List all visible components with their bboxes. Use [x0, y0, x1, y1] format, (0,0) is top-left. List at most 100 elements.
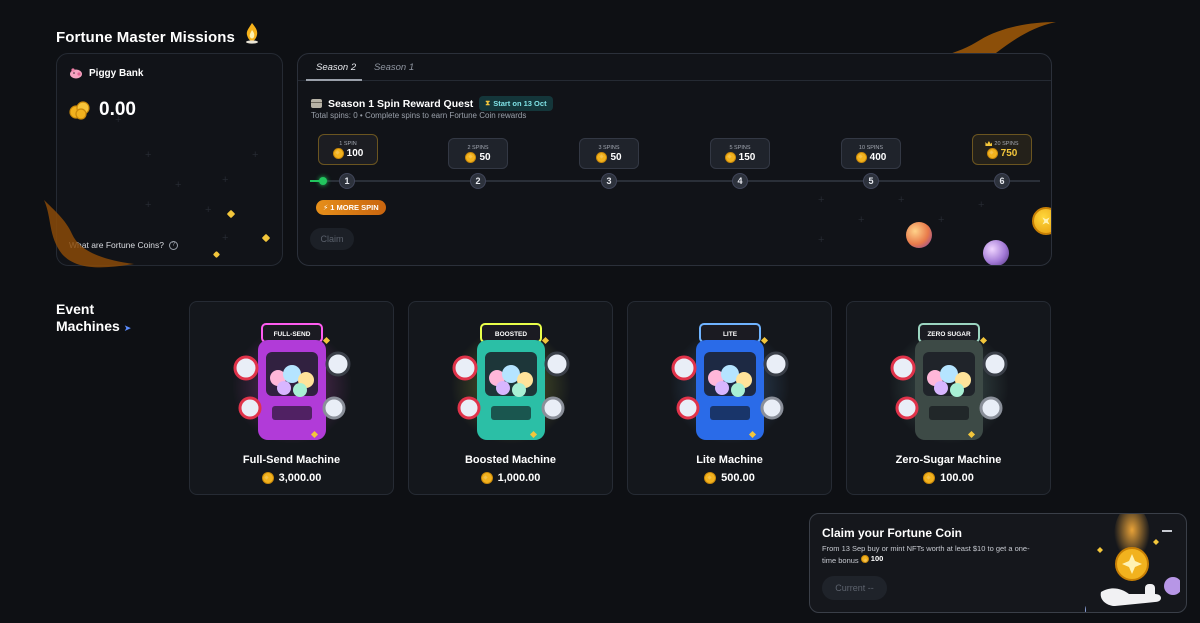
- milestone-reward: 400: [855, 151, 886, 163]
- decor-plus: +: [175, 179, 182, 191]
- decor-plus: +: [938, 214, 945, 226]
- tab-season-2[interactable]: Season 2: [316, 62, 356, 73]
- sparkle-icon: [226, 209, 236, 219]
- decor-plus: +: [252, 149, 259, 161]
- step-marker-6: 6: [994, 173, 1010, 189]
- milestone-5: 10 SPINS 400: [841, 138, 901, 169]
- claim-button[interactable]: Claim: [310, 228, 354, 250]
- current-button[interactable]: Current --: [822, 576, 887, 600]
- hourglass-icon: ⧗: [485, 99, 491, 107]
- coin-icon: [923, 472, 936, 484]
- progress-track: [310, 180, 1040, 182]
- start-date-text: Start on 13 Oct: [493, 99, 547, 108]
- bonus-value: 100: [870, 554, 884, 563]
- machine-card[interactable]: BOOSTED Boosted Machine 1,000.00: [408, 301, 613, 495]
- popup-title: Claim your Fortune Coin: [822, 526, 963, 540]
- event-machines-title: Event Machines ➤: [56, 301, 131, 337]
- quest-subtitle: Total spins: 0 • Complete spins to earn …: [311, 111, 527, 120]
- flame-icon: [246, 23, 258, 44]
- machine-price-value: 500.00: [721, 472, 755, 484]
- progress-indicator: [319, 177, 327, 185]
- active-tab-indicator: [306, 79, 362, 81]
- decor-plus: +: [145, 149, 152, 161]
- machine-price-value: 3,000.00: [278, 472, 322, 484]
- machine-illustration: FULL-SEND: [231, 323, 352, 444]
- machine-illustration: BOOSTED: [450, 323, 571, 444]
- milestone-reward-value: 50: [610, 151, 622, 163]
- arrow-icon: ➤: [123, 323, 132, 333]
- step-marker-4: 4: [732, 173, 748, 189]
- milestone-reward: 100: [332, 147, 363, 159]
- fortune-coin-icon: [1032, 207, 1051, 235]
- machine-sign: ZERO SUGAR: [927, 331, 971, 338]
- gumball-orb: [906, 222, 932, 248]
- season-tabs: Season 2 Season 1: [298, 54, 1051, 81]
- start-date-badge: ⧗ Start on 13 Oct: [479, 96, 553, 111]
- machine-card[interactable]: FULL-SEND Full-Send Machine 3,000.00: [189, 301, 394, 495]
- milestone-label: 10 SPINS: [858, 144, 884, 151]
- coin-icon: [332, 147, 344, 159]
- milestone-1: 1 SPIN 100: [318, 134, 378, 165]
- popup-description: From 13 Sep buy or mint NFTs worth at le…: [822, 544, 1037, 566]
- decor-plus: +: [978, 199, 985, 211]
- milestone-label: 20 SPINS: [985, 141, 1019, 147]
- milestone-reward: 750: [986, 147, 1018, 159]
- flame-trail-decor: [44, 200, 134, 268]
- milestone-reward: 150: [724, 151, 756, 163]
- machine-price: 1,000.00: [409, 472, 612, 484]
- machine-sign: BOOSTED: [494, 331, 526, 338]
- bonus-amount: 100: [860, 554, 884, 564]
- hand-coin-illustration: [1085, 514, 1180, 612]
- decor-plus: +: [858, 214, 865, 226]
- piggy-bank-label: Piggy Bank: [89, 67, 144, 79]
- machine-sign: FULL-SEND: [273, 331, 310, 338]
- decor-plus: +: [205, 204, 212, 216]
- decor-plus: +: [818, 194, 825, 206]
- coin-icon: [704, 472, 717, 484]
- event-machines-title-line1: Event: [56, 301, 95, 317]
- milestone-2: 2 SPINS 50: [448, 138, 508, 169]
- machine-name: Full-Send Machine: [242, 454, 341, 466]
- quest-title-text: Season 1 Spin Reward Quest: [328, 97, 474, 110]
- decor-plus: +: [222, 232, 229, 244]
- coin-icon: [855, 151, 867, 163]
- sparkle-icon: [212, 250, 221, 259]
- machine-card[interactable]: ZERO SUGAR Zero-Sugar Machine 100.00: [846, 301, 1051, 495]
- decor-plus: +: [145, 199, 152, 211]
- decor-plus: +: [818, 234, 825, 246]
- spin-quest-card: Season 2 Season 1 Season 1 Spin Reward Q…: [297, 53, 1052, 266]
- milestone-reward-value: 750: [1000, 147, 1018, 159]
- page-title: Fortune Master Missions: [56, 23, 261, 48]
- milestone-reward-value: 150: [738, 151, 756, 163]
- milestone-reward-value: 50: [479, 151, 491, 163]
- milestone-label: 3 SPINS: [598, 144, 620, 151]
- lightning-icon: ⚡: [323, 203, 329, 212]
- milestone-3: 3 SPINS 50: [579, 138, 639, 169]
- piggy-icon: [70, 68, 82, 79]
- milestone-reward: 50: [596, 151, 622, 163]
- milestone-6: 20 SPINS 750: [972, 134, 1032, 165]
- page-title-text: Fortune Master Missions: [56, 28, 235, 46]
- machine-price: 100.00: [847, 472, 1050, 484]
- quest-title: Season 1 Spin Reward Quest ⧗ Start on 13…: [311, 96, 553, 111]
- event-machines-title-line2: Machines: [56, 318, 120, 334]
- piggy-balance-value: 0.00: [99, 99, 136, 120]
- crown-icon: [985, 141, 993, 146]
- machine-card[interactable]: LITE Lite Machine 500.00: [627, 301, 832, 495]
- machine-name: Zero-Sugar Machine: [895, 454, 1002, 466]
- piggy-bank-header: Piggy Bank: [69, 67, 143, 79]
- machine-name: Lite Machine: [696, 454, 763, 466]
- coins-icon: [69, 101, 90, 120]
- machine-name: Boosted Machine: [464, 454, 557, 466]
- coin-icon: [724, 151, 736, 163]
- gumball-orb: [983, 240, 1009, 265]
- machine-sign: LITE: [722, 331, 737, 338]
- more-spin-badge: ⚡ 1 MORE SPIN: [316, 200, 386, 215]
- more-spin-text: 1 MORE SPIN: [330, 203, 379, 212]
- tab-season-1[interactable]: Season 1: [374, 62, 414, 73]
- coin-icon: [261, 472, 274, 484]
- coin-icon: [860, 555, 869, 563]
- coin-icon: [596, 151, 608, 163]
- machine-price: 3,000.00: [190, 472, 393, 484]
- coin-icon: [986, 147, 998, 159]
